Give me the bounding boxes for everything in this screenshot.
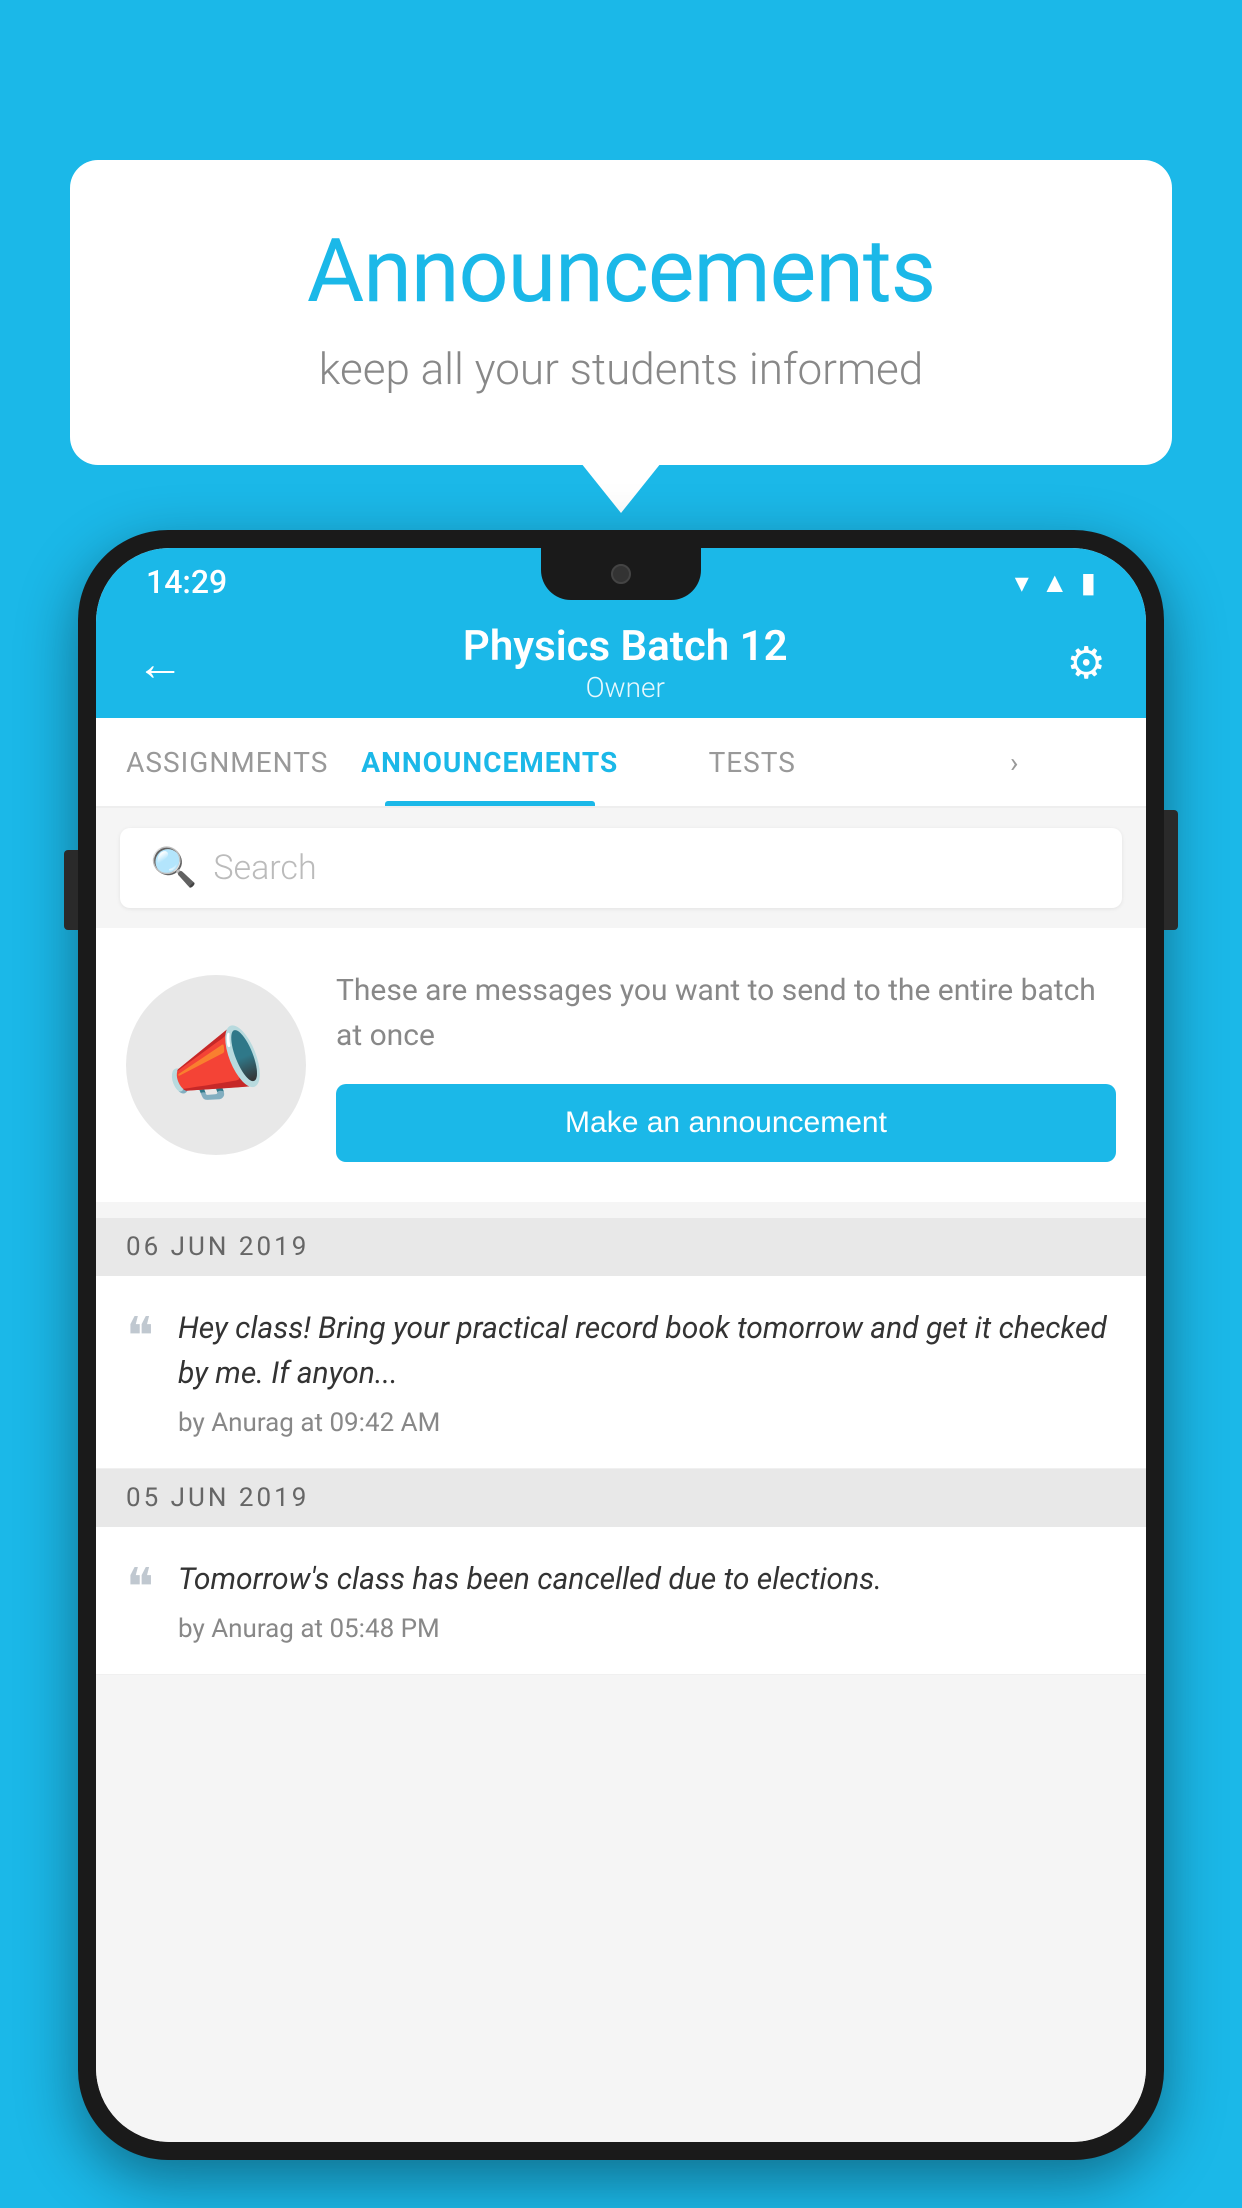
speech-bubble-section: Announcements keep all your students inf…: [70, 160, 1172, 465]
settings-button[interactable]: ⚙: [1067, 637, 1106, 689]
promo-icon-circle: 📣: [126, 975, 306, 1155]
announcement-text-1: Hey class! Bring your practical record b…: [178, 1306, 1116, 1396]
tab-assignments[interactable]: ASSIGNMENTS: [96, 718, 359, 806]
search-bar[interactable]: 🔍 Search: [120, 828, 1122, 908]
phone-notch: [541, 548, 701, 600]
tabs-container: ASSIGNMENTS ANNOUNCEMENTS TESTS ›: [96, 718, 1146, 808]
date-separator-1: 06 JUN 2019: [96, 1218, 1146, 1276]
announcement-meta-1: by Anurag at 09:42 AM: [178, 1408, 1116, 1438]
header-center: Physics Batch 12 Owner: [463, 622, 788, 704]
megaphone-icon: 📣: [166, 1018, 266, 1112]
phone-frame: 14:29 ▾ ▲ ▮ ← Physics Batch 12 Owner ⚙: [78, 530, 1164, 2160]
announcement-text-2: Tomorrow's class has been cancelled due …: [178, 1557, 1116, 1602]
promo-content: These are messages you want to send to t…: [336, 968, 1116, 1162]
back-button[interactable]: ←: [136, 635, 184, 692]
app-header: ← Physics Batch 12 Owner ⚙: [96, 608, 1146, 718]
make-announcement-button[interactable]: Make an announcement: [336, 1084, 1116, 1162]
battery-icon: ▮: [1081, 566, 1096, 599]
header-title: Physics Batch 12: [463, 622, 788, 671]
promo-description: These are messages you want to send to t…: [336, 968, 1116, 1058]
content-area: 🔍 Search 📣 These are messages you want t…: [96, 808, 1146, 2142]
search-icon: 🔍: [150, 846, 197, 890]
status-icons: ▾ ▲ ▮: [1015, 566, 1096, 599]
announcement-meta-2: by Anurag at 05:48 PM: [178, 1614, 1116, 1644]
promo-card: 📣 These are messages you want to send to…: [96, 928, 1146, 1202]
notch-camera: [611, 564, 631, 584]
tab-announcements[interactable]: ANNOUNCEMENTS: [359, 718, 622, 806]
phone-screen: 14:29 ▾ ▲ ▮ ← Physics Batch 12 Owner ⚙: [96, 548, 1146, 2142]
date-separator-2: 05 JUN 2019: [96, 1469, 1146, 1527]
signal-icon: ▲: [1041, 566, 1069, 599]
bubble-title: Announcements: [150, 220, 1092, 323]
quote-icon-2: ❝: [126, 1563, 154, 1615]
wifi-icon: ▾: [1015, 566, 1029, 599]
announcement-item-1[interactable]: ❝ Hey class! Bring your practical record…: [96, 1276, 1146, 1469]
quote-icon: ❝: [126, 1312, 154, 1364]
tab-more[interactable]: ›: [884, 718, 1147, 806]
tab-tests[interactable]: TESTS: [621, 718, 884, 806]
search-placeholder: Search: [213, 848, 316, 888]
header-subtitle: Owner: [463, 671, 788, 704]
screen-inner: 14:29 ▾ ▲ ▮ ← Physics Batch 12 Owner ⚙: [96, 548, 1146, 2142]
announcement-item-2[interactable]: ❝ Tomorrow's class has been cancelled du…: [96, 1527, 1146, 1675]
status-time: 14:29: [146, 563, 227, 601]
announcement-content-2: Tomorrow's class has been cancelled due …: [178, 1557, 1116, 1644]
speech-bubble: Announcements keep all your students inf…: [70, 160, 1172, 465]
phone-container: 14:29 ▾ ▲ ▮ ← Physics Batch 12 Owner ⚙: [78, 530, 1164, 2208]
bubble-subtitle: keep all your students informed: [150, 343, 1092, 395]
announcement-content-1: Hey class! Bring your practical record b…: [178, 1306, 1116, 1438]
